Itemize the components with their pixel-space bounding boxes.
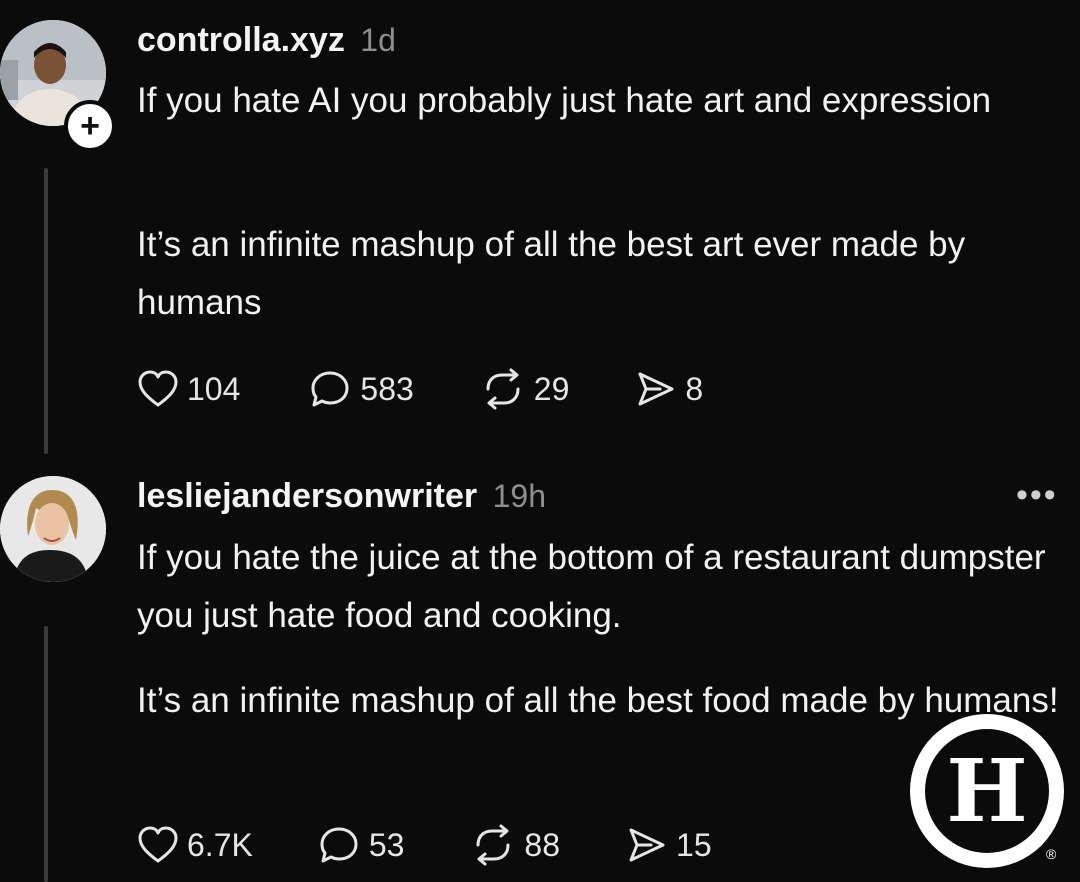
post-header: controlla.xyz 1d <box>137 20 396 60</box>
more-options-icon[interactable]: ••• <box>1016 476 1058 515</box>
share-count: 8 <box>685 370 704 407</box>
share-count: 15 <box>676 826 712 863</box>
timestamp: 19h <box>492 478 546 514</box>
timestamp: 1d <box>360 22 396 58</box>
repost-icon <box>486 368 520 410</box>
avatar-lesliejandersonwriter[interactable] <box>0 476 106 582</box>
heart-icon <box>138 370 178 407</box>
follow-plus-icon[interactable]: + <box>64 100 116 152</box>
share-icon <box>638 372 674 406</box>
comment-icon <box>311 371 349 407</box>
plus-symbol: + <box>80 107 100 145</box>
watermark-letter: H <box>925 729 1049 853</box>
share-icon <box>629 828 665 862</box>
username[interactable]: controlla.xyz <box>137 21 345 59</box>
post-text-paragraph: It’s an infinite mashup of all the best … <box>137 681 1059 720</box>
watermark-logo: H <box>910 714 1064 868</box>
comment-button[interactable]: 53 <box>317 824 405 866</box>
thread-line <box>44 168 48 454</box>
like-count: 6.7K <box>187 826 253 863</box>
share-button[interactable]: 15 <box>626 825 712 865</box>
username[interactable]: lesliejandersonwriter <box>137 477 477 515</box>
post-text-paragraph: It’s an infinite mashup of all the best … <box>137 225 966 322</box>
post-text-paragraph: If you hate AI you probably just hate ar… <box>137 81 992 120</box>
comment-count: 583 <box>360 370 414 407</box>
comment-icon <box>320 827 358 863</box>
repost-button[interactable]: 29 <box>480 367 570 411</box>
registered-mark: ® <box>1046 846 1057 862</box>
repost-count: 29 <box>533 370 570 407</box>
repost-button[interactable]: 88 <box>470 823 560 867</box>
heart-icon <box>138 826 178 863</box>
like-button[interactable]: 6.7K <box>137 825 253 865</box>
post-header: lesliejandersonwriter 19h <box>137 476 546 516</box>
repost-icon <box>476 824 510 866</box>
post-actions: 6.7K 53 88 15 <box>137 820 712 870</box>
comment-button[interactable]: 583 <box>308 368 414 410</box>
post-actions: 104 583 29 8 <box>137 364 703 414</box>
thread-line <box>44 626 48 882</box>
share-button[interactable]: 8 <box>635 369 703 409</box>
repost-count: 88 <box>524 826 561 863</box>
like-button[interactable]: 104 <box>137 369 240 409</box>
like-count: 104 <box>187 370 241 407</box>
post-text-paragraph: If you hate the juice at the bottom of a… <box>137 538 1046 635</box>
comment-count: 53 <box>368 826 405 863</box>
